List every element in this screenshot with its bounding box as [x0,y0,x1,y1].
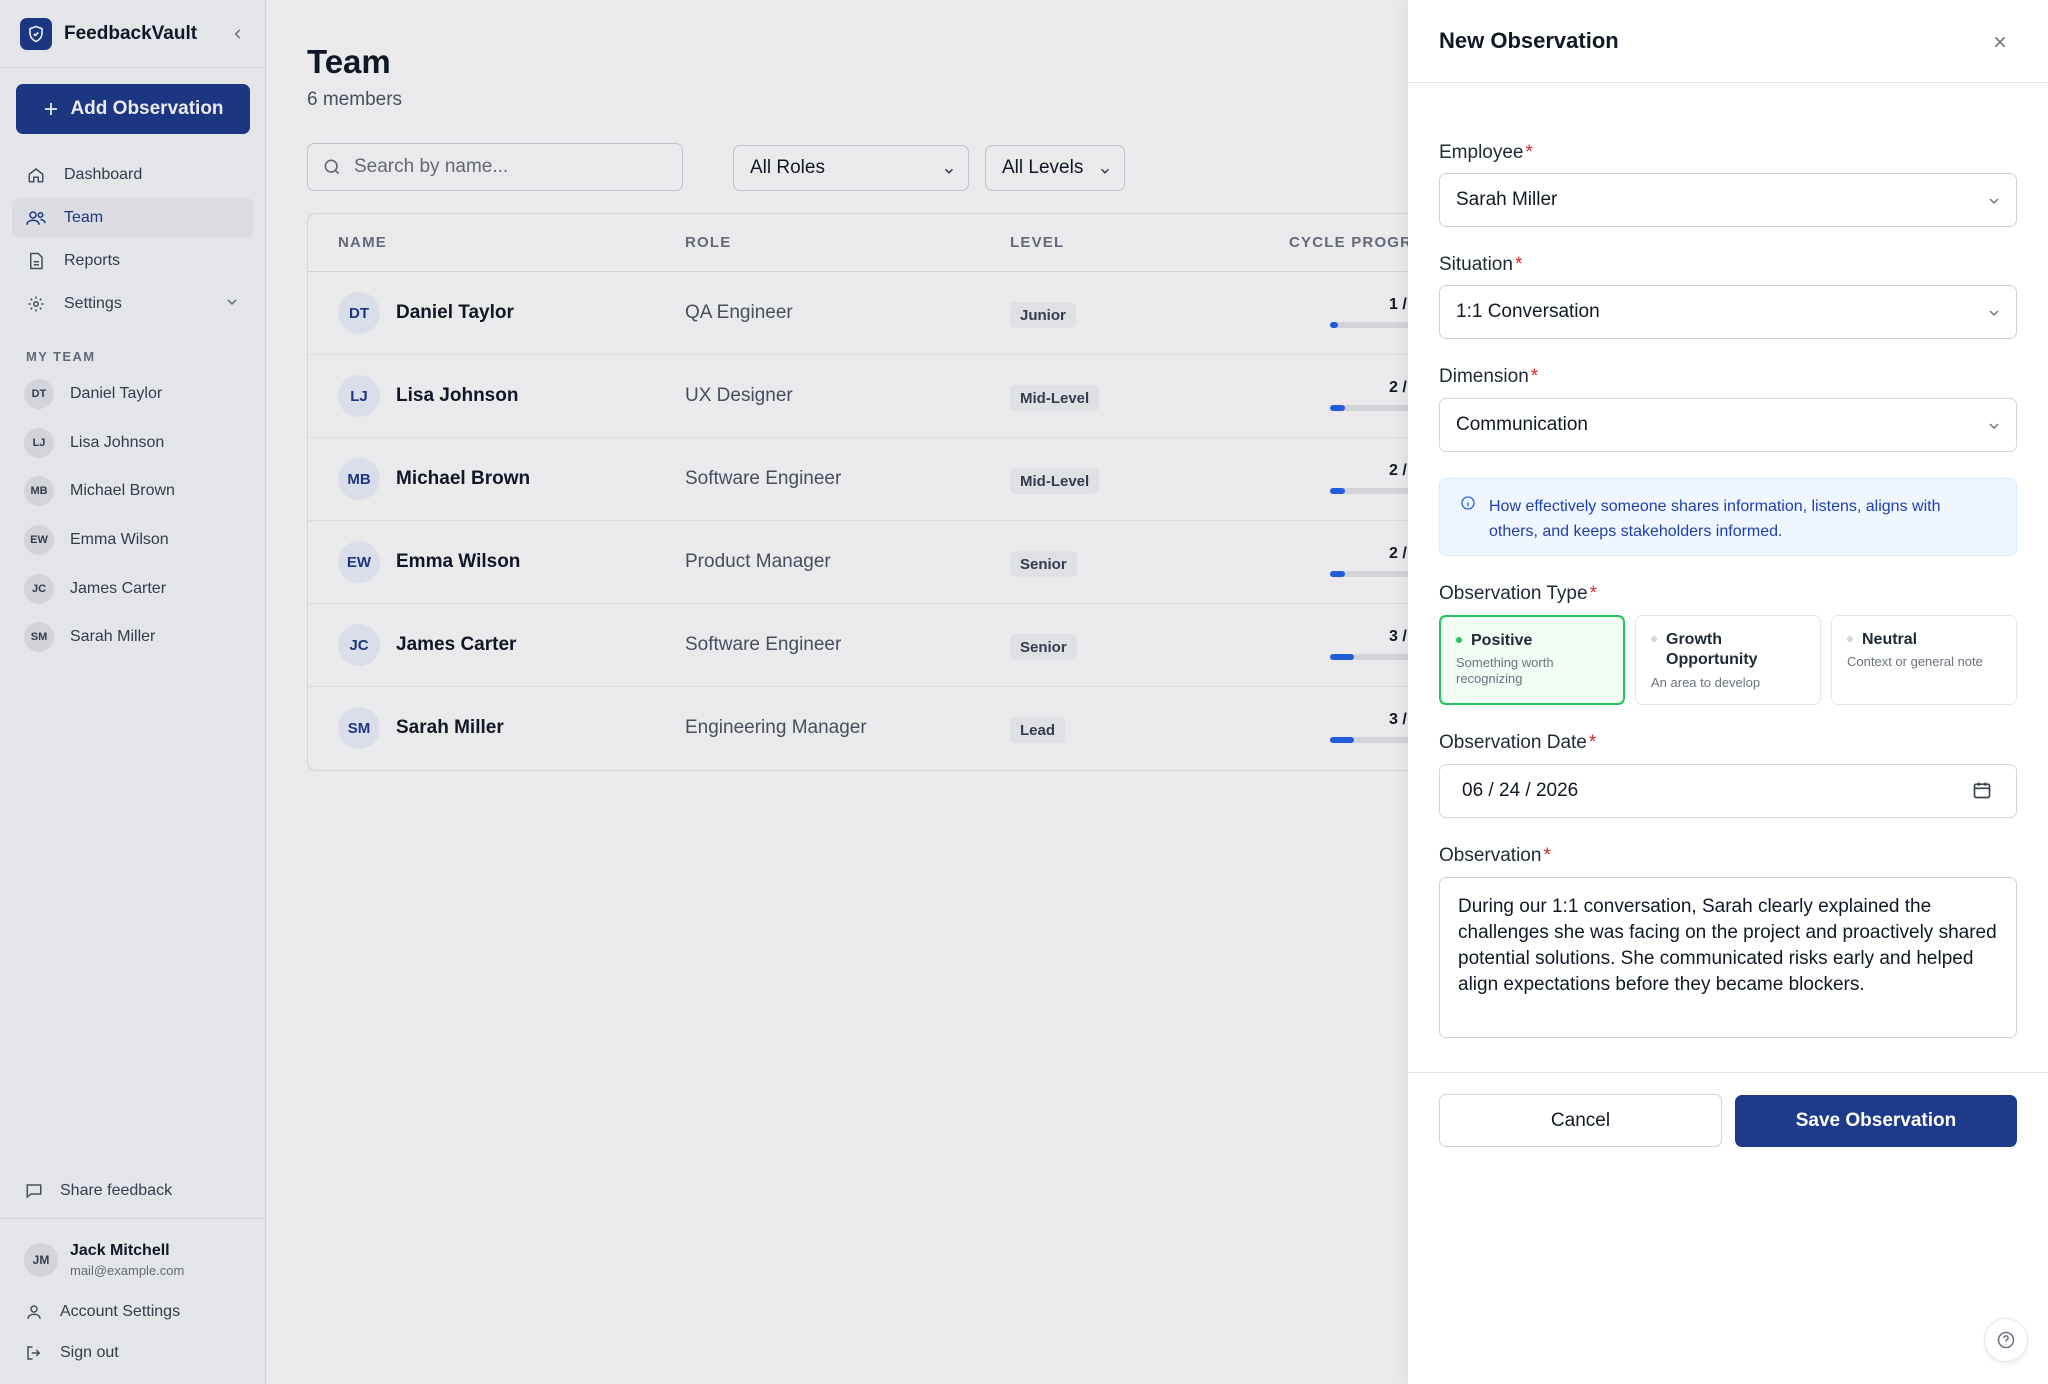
type-description: Something worth recognizing [1456,655,1554,686]
observation-textarea[interactable]: During our 1:1 conversation, Sarah clear… [1439,877,2017,1038]
observation-type-growth[interactable]: Growth Opportunity An area to develop [1635,615,1821,705]
type-title: Positive [1471,632,1533,649]
dimension-label: Dimension * [1439,366,1539,387]
observation-date-input[interactable]: 06 / 24 / 2026 [1439,764,2017,818]
situation-label: Situation * [1439,254,1523,275]
growth-dot-icon [1651,636,1657,642]
help-icon[interactable] [1984,1318,2028,1362]
employee-value: Sarah Miller [1456,189,1558,210]
type-description: Context or general note [1847,654,1983,669]
situation-select[interactable]: 1:1 Conversation [1439,285,2017,339]
observation-label: Observation * [1439,845,1551,866]
observation-type-label: Observation Type * [1439,583,1597,604]
info-icon [1460,495,1476,516]
dimension-description: How effectively someone shares informati… [1489,498,1941,540]
close-icon[interactable] [1988,30,2012,54]
cancel-button[interactable]: Cancel [1439,1094,1722,1147]
situation-value: 1:1 Conversation [1456,301,1600,322]
type-title: Neutral [1862,631,1918,648]
modal-backdrop[interactable] [0,0,1408,1384]
calendar-icon[interactable] [1972,780,1992,806]
dimension-info-box: How effectively someone shares informati… [1439,478,2017,556]
observation-type-neutral[interactable]: Neutral Context or general note [1831,615,2017,705]
save-observation-button[interactable]: Save Observation [1735,1095,2017,1147]
neutral-dot-icon [1847,636,1853,642]
type-title: Growth Opportunity [1666,631,1758,668]
chevron-down-icon [1986,193,2002,215]
employee-label: Employee * [1439,142,1533,163]
chevron-down-icon [1986,418,2002,440]
drawer-title: New Observation [1439,28,1619,53]
observation-date-label: Observation Date * [1439,732,1597,753]
dimension-value: Communication [1456,414,1588,435]
divider [1408,82,2048,83]
type-description: An area to develop [1651,675,1761,690]
chevron-down-icon [1986,305,2002,327]
dimension-select[interactable]: Communication [1439,398,2017,452]
date-value: 06 / 24 / 2026 [1462,780,1579,801]
employee-select[interactable]: Sarah Miller [1439,173,2017,227]
new-observation-drawer: New Observation Employee * Sarah Miller S… [1408,0,2048,1384]
positive-dot-icon [1456,637,1462,643]
divider [1408,1072,2048,1073]
observation-type-positive[interactable]: Positive Something worth recognizing [1439,615,1625,705]
